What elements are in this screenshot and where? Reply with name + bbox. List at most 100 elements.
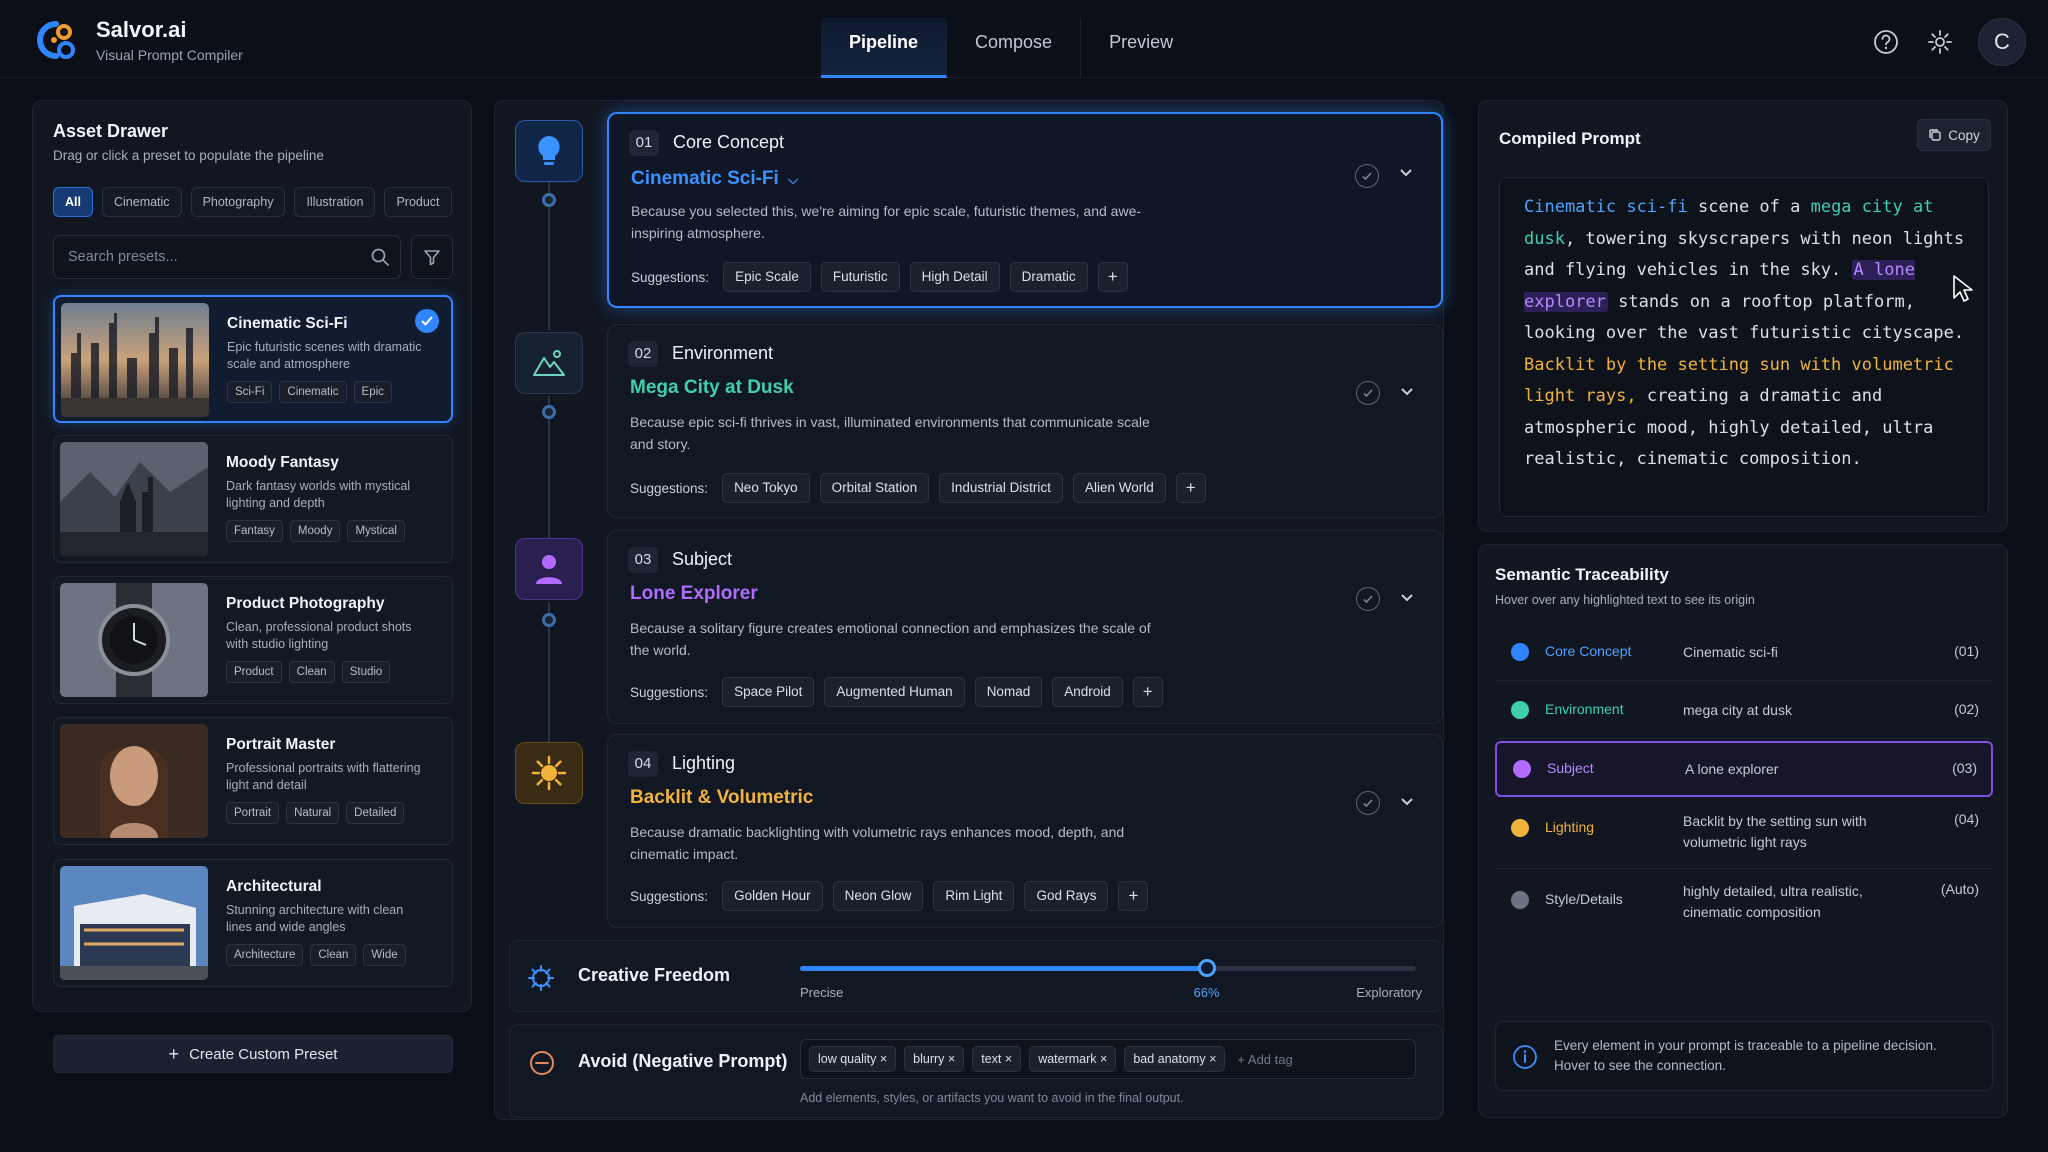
create-custom-preset-button[interactable]: + Create Custom Preset <box>53 1035 453 1073</box>
check-icon[interactable] <box>1355 164 1379 188</box>
filter-illustration[interactable]: Illustration <box>294 187 376 217</box>
asset-drawer: Asset Drawer Drag or click a preset to p… <box>32 100 472 1073</box>
prompt-segment-core-concept[interactable]: Cinematic sci-fi <box>1524 197 1688 217</box>
step-value[interactable]: Mega City at Dusk <box>630 377 794 399</box>
chevron-down-icon[interactable] <box>1400 797 1414 807</box>
suggestions-row: Suggestions: Epic Scale Futuristic High … <box>631 262 1128 292</box>
suggestion-chip[interactable]: Alien World <box>1072 473 1166 503</box>
add-tag-placeholder[interactable]: + Add tag <box>1237 1052 1292 1067</box>
tab-preview[interactable]: Preview <box>1081 18 1201 78</box>
suggestion-chip[interactable]: Dramatic <box>1009 262 1088 292</box>
suggestion-chip[interactable]: Rim Light <box>933 881 1015 911</box>
negative-tag: bad anatomy × <box>1124 1046 1226 1072</box>
trace-row-subject[interactable]: Subject A lone explorer (03) <box>1495 741 1993 797</box>
add-suggestion-button[interactable]: + <box>1118 881 1149 911</box>
step-value[interactable]: Lone Explorer <box>630 583 758 605</box>
header-actions: C <box>1870 18 2026 66</box>
close-icon[interactable]: × <box>948 1052 955 1066</box>
preset-card-product-photography[interactable]: Product Photography Clean, professional … <box>53 576 453 704</box>
step-rationale: Because dramatic backlighting with volum… <box>630 824 1125 862</box>
trace-id: (04) <box>1954 811 1979 827</box>
add-suggestion-button[interactable]: + <box>1175 473 1206 503</box>
negative-tag: blurry × <box>904 1046 965 1072</box>
preset-tag: Fantasy <box>226 520 283 542</box>
step-value[interactable]: Backlit & Volumetric <box>630 787 813 809</box>
pipeline-step-core-concept[interactable]: 01 Core Concept Cinematic Sci-Fi ⌵ Becau… <box>607 112 1443 308</box>
step-label: Core Concept <box>673 132 785 152</box>
step-label: Environment <box>672 343 774 363</box>
brand[interactable]: Salvor.ai Visual Prompt Compiler <box>30 16 243 64</box>
tab-compose[interactable]: Compose <box>947 18 1082 78</box>
check-icon[interactable] <box>1356 587 1380 611</box>
app-name: Salvor.ai <box>96 17 187 42</box>
slider-thumb[interactable] <box>1197 959 1216 977</box>
filter-photography[interactable]: Photography <box>190 187 286 217</box>
preset-card-architectural[interactable]: Architectural Stunning architecture with… <box>53 859 453 987</box>
slider-track[interactable] <box>800 959 1416 977</box>
step-number: 02 <box>628 341 658 367</box>
suggestion-chip[interactable]: Industrial District <box>939 473 1063 503</box>
check-icon[interactable] <box>1356 381 1380 405</box>
trace-id: (Auto) <box>1940 881 1979 897</box>
suggestion-chip[interactable]: Orbital Station <box>819 473 930 503</box>
preset-card-portrait-master[interactable]: Portrait Master Professional portraits w… <box>53 717 453 845</box>
chevron-down-icon: ⌵ <box>788 172 798 187</box>
gear-icon[interactable] <box>1924 26 1956 58</box>
suggestion-chip[interactable]: Neo Tokyo <box>722 473 810 503</box>
add-suggestion-button[interactable]: + <box>1097 262 1128 292</box>
sun-icon <box>515 742 583 804</box>
negative-tag-input[interactable]: low quality × blurry × text × watermark … <box>800 1039 1416 1079</box>
suggestion-chip[interactable]: Golden Hour <box>722 881 823 911</box>
copy-button[interactable]: Copy <box>1917 119 1991 151</box>
suggestion-chip[interactable]: Neon Glow <box>832 881 924 911</box>
avatar[interactable]: C <box>1978 18 2026 66</box>
trace-row-core-concept[interactable]: Core Concept Cinematic sci-fi (01) <box>1495 623 1993 681</box>
suggestion-chip[interactable]: Nomad <box>974 677 1043 707</box>
trace-row-lighting[interactable]: Lighting Backlit by the setting sun with… <box>1495 799 1993 869</box>
preset-name: Cinematic Sci-Fi <box>227 315 348 332</box>
search-input[interactable] <box>68 236 358 278</box>
search-icon[interactable] <box>370 247 390 267</box>
negative-tag-text: text <box>981 1052 1002 1066</box>
filter-cinematic[interactable]: Cinematic <box>101 187 182 217</box>
trace-row-environment[interactable]: Environment mega city at dusk (02) <box>1495 681 1993 739</box>
tab-pipeline[interactable]: Pipeline <box>821 18 948 78</box>
trace-row-style-details[interactable]: Style/Details highly detailed, ultra rea… <box>1495 869 1993 945</box>
preset-thumbnail <box>60 442 208 556</box>
chevron-down-icon[interactable] <box>1399 168 1413 178</box>
compiled-prompt-text[interactable]: Cinematic sci-fi scene of a mega city at… <box>1499 177 1989 517</box>
trace-id: (01) <box>1954 643 1979 659</box>
chevron-down-icon[interactable] <box>1400 593 1414 603</box>
filter-icon <box>424 250 440 266</box>
suggestion-chip[interactable]: High Detail <box>909 262 1000 292</box>
pipeline-step-environment[interactable]: 02 Environment Mega City at Dusk Because… <box>607 324 1443 518</box>
close-icon[interactable]: × <box>1100 1052 1107 1066</box>
close-icon[interactable]: × <box>1005 1052 1012 1066</box>
suggestion-chip[interactable]: Augmented Human <box>824 677 965 707</box>
add-suggestion-button[interactable]: + <box>1132 677 1163 707</box>
suggestion-chip[interactable]: Futuristic <box>820 262 900 292</box>
lightbulb-icon <box>515 120 583 182</box>
preset-card-moody-fantasy[interactable]: Moody Fantasy Dark fantasy worlds with m… <box>53 435 453 563</box>
pipeline-step-subject[interactable]: 03 Subject Lone Explorer Because a solit… <box>607 530 1443 724</box>
preset-tag: Studio <box>341 661 391 683</box>
suggestion-chip[interactable]: Epic Scale <box>723 262 811 292</box>
step-value-dropdown[interactable]: Cinematic Sci-Fi ⌵ <box>631 168 798 190</box>
check-icon[interactable] <box>1356 791 1380 815</box>
trace-color-dot <box>1511 819 1529 837</box>
suggestion-chip[interactable]: Android <box>1052 677 1123 707</box>
suggestion-chip[interactable]: Space Pilot <box>722 677 815 707</box>
filter-product[interactable]: Product <box>384 187 452 217</box>
close-icon[interactable]: × <box>1209 1052 1216 1066</box>
suggestion-chip[interactable]: God Rays <box>1024 881 1109 911</box>
preset-tag: Clean <box>310 944 357 966</box>
close-icon[interactable]: × <box>880 1052 887 1066</box>
filter-all[interactable]: All <box>53 187 93 217</box>
chevron-down-icon[interactable] <box>1400 387 1414 397</box>
drawer-title: Asset Drawer <box>53 121 169 141</box>
pipeline-step-lighting[interactable]: 04 Lighting Backlit & Volumetric Because… <box>607 734 1443 928</box>
creative-freedom-label: Creative Freedom <box>578 965 731 985</box>
preset-card-cinematic-scifi[interactable]: Cinematic Sci-Fi Epic futuristic scenes … <box>53 295 453 423</box>
filter-button[interactable] <box>411 235 453 279</box>
help-icon[interactable] <box>1870 26 1902 58</box>
